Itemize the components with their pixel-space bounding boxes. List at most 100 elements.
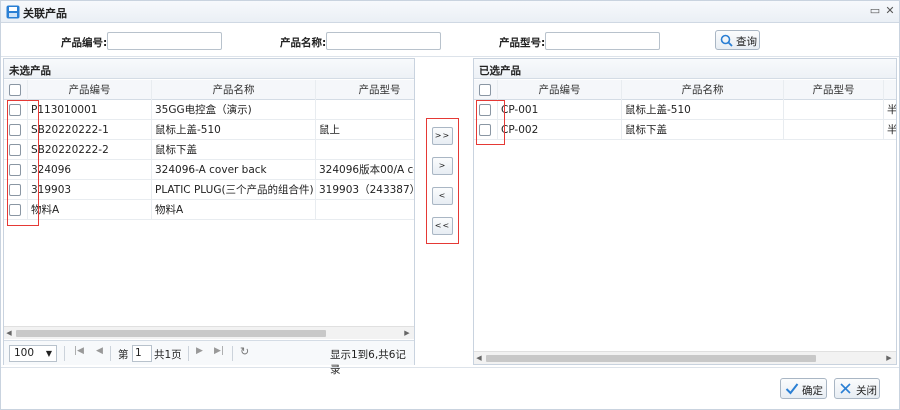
dialog-footer: 确定 关闭 (1, 367, 899, 409)
column-header[interactable]: 产品名称 (152, 80, 316, 100)
cell-code: SB20220222-2 (28, 140, 152, 160)
row-checkbox[interactable] (479, 104, 491, 116)
table-row[interactable]: 319903 PLATIC PLUG(三个产品的组合件) 319903（2433… (4, 180, 414, 200)
cell-extra: 半 (884, 100, 896, 120)
unselected-hscrollbar[interactable]: ◀ ▶ (4, 326, 414, 339)
close-button[interactable]: 关闭 (834, 378, 880, 399)
select-all-checkbox[interactable] (9, 84, 21, 96)
check-icon (785, 383, 799, 395)
cell-model (784, 120, 884, 140)
scroll-right-icon[interactable]: ▶ (402, 327, 412, 340)
column-header[interactable]: 产品型号 (784, 80, 884, 100)
cell-code: 319903 (28, 180, 152, 200)
close-icon[interactable]: ✕ (884, 4, 896, 18)
scroll-thumb[interactable] (486, 355, 816, 362)
window-app-icon (6, 5, 20, 19)
select-all-checkbox[interactable] (479, 84, 491, 96)
cell-code: SB20220222-1 (28, 120, 152, 140)
cell-name: 物料A (152, 200, 316, 220)
move-left-button[interactable]: < (432, 187, 453, 205)
selected-panel: 已选产品 产品编号 产品名称 产品型号 CP-001 鼠标上盖-510 半 CP… (473, 58, 897, 365)
row-checkbox[interactable] (9, 164, 21, 176)
column-header[interactable]: 产品型号 (316, 80, 414, 100)
cell-name: 鼠标下盖 (152, 140, 316, 160)
first-page-icon[interactable]: |◀ (74, 346, 84, 356)
move-right-button[interactable]: > (432, 157, 453, 175)
scroll-left-icon[interactable]: ◀ (474, 352, 484, 365)
model-input[interactable] (545, 32, 660, 50)
cell-code: CP-002 (498, 120, 622, 140)
column-header[interactable]: 产品编号 (28, 80, 152, 100)
search-button[interactable]: 查询 (715, 30, 760, 50)
search-bar: 产品编号: 产品名称: 产品型号: 查询 (1, 24, 899, 57)
move-all-right-button[interactable]: >> (432, 127, 453, 145)
table-row[interactable]: SB20220222-2 鼠标下盖 (4, 140, 414, 160)
search-icon (720, 34, 733, 47)
next-page-icon[interactable]: ▶ (196, 346, 203, 356)
cell-name: 324096-A cover back (152, 160, 316, 180)
selected-grid-header: 产品编号 产品名称 产品型号 (474, 80, 896, 100)
cell-model (784, 100, 884, 120)
table-row[interactable]: P113010001 35GG电控盒（演示) (4, 100, 414, 120)
name-label: 产品名称: (280, 37, 327, 49)
cell-code: 物料A (28, 200, 152, 220)
table-row[interactable]: CP-002 鼠标下盖 半 (474, 120, 896, 140)
table-row[interactable]: 324096 324096-A cover back 324096版本00/A … (4, 160, 414, 180)
page-size-value: 100 (14, 347, 35, 359)
cell-name: 35GG电控盒（演示) (152, 100, 316, 120)
chevron-down-icon: ▼ (45, 349, 52, 358)
table-row[interactable]: SB20220222-1 鼠标上盖-510 鼠上 (4, 120, 414, 140)
ok-button-label: 确定 (802, 385, 823, 397)
page-size-select[interactable]: 100 ▼ (9, 345, 57, 362)
unselected-grid: 产品编号 产品名称 产品型号 P113010001 35GG电控盒（演示) SB… (4, 80, 414, 319)
row-checkbox[interactable] (9, 184, 21, 196)
cell-model (316, 200, 414, 220)
cell-name: 鼠标上盖-510 (622, 100, 784, 120)
cell-extra: 半 (884, 120, 896, 140)
row-checkbox[interactable] (9, 124, 21, 136)
selected-panel-title: 已选产品 (474, 59, 896, 79)
column-header[interactable]: 产品编号 (498, 80, 622, 100)
search-button-label: 查询 (736, 36, 757, 48)
cell-model: 324096版本00/A co (316, 160, 414, 180)
model-label: 产品型号: (499, 37, 546, 49)
last-page-icon[interactable]: ▶| (214, 346, 224, 356)
title-bar: 关联产品 ▭ ✕ (1, 1, 899, 23)
row-checkbox[interactable] (9, 144, 21, 156)
close-x-icon (840, 383, 851, 394)
selected-grid: 产品编号 产品名称 产品型号 CP-001 鼠标上盖-510 半 CP-002 … (474, 80, 896, 350)
cell-name: 鼠标上盖-510 (152, 120, 316, 140)
dialog-window: 关联产品 ▭ ✕ 产品编号: 产品名称: 产品型号: 查询 未选产品 产品编号 … (0, 0, 900, 410)
scroll-thumb[interactable] (16, 330, 326, 337)
page-number-input[interactable]: 1 (132, 345, 152, 362)
code-input[interactable] (107, 32, 222, 50)
scroll-right-icon[interactable]: ▶ (884, 352, 894, 365)
cell-name: PLATIC PLUG(三个产品的组合件) (152, 180, 316, 200)
prev-page-icon[interactable]: ◀ (96, 346, 103, 356)
code-label: 产品编号: (61, 37, 108, 49)
table-row[interactable]: 物料A 物料A (4, 200, 414, 220)
cell-code: CP-001 (498, 100, 622, 120)
cell-code: 324096 (28, 160, 152, 180)
pager: 100 ▼ |◀ ◀ 第 1 共1页 ▶ ▶| ↻ 显示1到6,共6记录 (4, 340, 414, 376)
name-input[interactable] (326, 32, 441, 50)
ok-button[interactable]: 确定 (780, 378, 827, 399)
refresh-icon[interactable]: ↻ (240, 345, 249, 358)
page-total: 共1页 (154, 349, 182, 361)
cell-code: P113010001 (28, 100, 152, 120)
row-checkbox[interactable] (479, 124, 491, 136)
cell-model: 鼠上 (316, 120, 414, 140)
move-all-left-button[interactable]: << (432, 217, 453, 235)
maximize-icon[interactable]: ▭ (869, 4, 881, 18)
page-prefix: 第 (118, 349, 129, 361)
table-row[interactable]: CP-001 鼠标上盖-510 半 (474, 100, 896, 120)
cell-model (316, 140, 414, 160)
column-header[interactable]: 产品名称 (622, 80, 784, 100)
cell-model (316, 100, 414, 120)
row-checkbox[interactable] (9, 104, 21, 116)
unselected-panel-title: 未选产品 (4, 59, 414, 79)
selected-hscrollbar[interactable]: ◀ ▶ (474, 351, 896, 364)
unselected-grid-header: 产品编号 产品名称 产品型号 (4, 80, 414, 100)
scroll-left-icon[interactable]: ◀ (4, 327, 14, 340)
row-checkbox[interactable] (9, 204, 21, 216)
